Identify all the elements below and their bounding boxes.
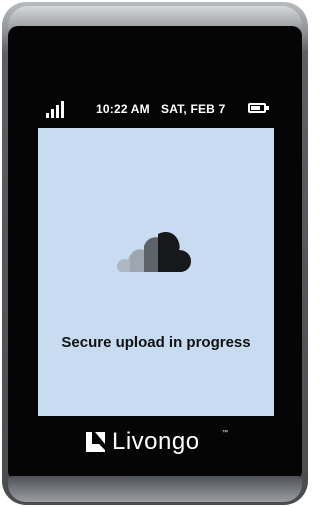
signal-bar <box>56 105 59 118</box>
battery-tip <box>266 106 269 110</box>
signal-bar <box>61 101 64 118</box>
trademark-symbol: ™ <box>222 430 228 436</box>
clock-time: 10:22 AM <box>96 102 150 116</box>
clock-date: SAT, FEB 7 <box>161 102 226 116</box>
brand-logo: Livongo ™ <box>86 428 236 458</box>
device-screen: Secure upload in progress <box>38 128 274 416</box>
livongo-mark-icon <box>86 432 105 452</box>
signal-bar <box>46 113 49 118</box>
status-bar: 10:22 AM SAT, FEB 7 <box>38 98 274 122</box>
signal-strength-icon <box>46 100 66 118</box>
signal-bar <box>51 109 54 118</box>
upload-status-message: Secure upload in progress <box>61 334 251 351</box>
battery-icon <box>248 103 266 113</box>
brand-name: Livongo <box>112 428 200 455</box>
device-bottom-edge <box>8 476 302 502</box>
battery-level-fill <box>251 106 260 110</box>
cloud-upload-icon <box>117 232 191 272</box>
